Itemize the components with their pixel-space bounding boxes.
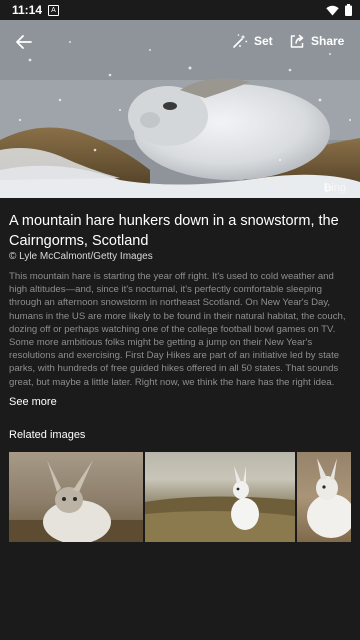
share-label: Share bbox=[311, 34, 345, 48]
see-more-link[interactable]: See more bbox=[9, 396, 57, 408]
related-image-thumbnail[interactable] bbox=[145, 452, 295, 542]
related-images-heading: Related images bbox=[9, 429, 86, 441]
related-image-thumbnail[interactable] bbox=[9, 452, 143, 542]
status-time: 11:14 bbox=[12, 3, 43, 17]
hare-thumbnail-illustration bbox=[145, 466, 295, 542]
set-label: Set bbox=[254, 34, 273, 48]
image-description: This mountain hare is starting the year … bbox=[9, 271, 346, 388]
bing-watermark: Bing bbox=[324, 182, 346, 194]
status-bar: 11:14 A bbox=[0, 0, 360, 20]
magic-wand-icon bbox=[233, 34, 248, 48]
app-notification-icon: A bbox=[48, 5, 59, 16]
wifi-icon bbox=[326, 5, 339, 15]
set-wallpaper-button[interactable]: Set bbox=[232, 30, 273, 52]
share-icon bbox=[290, 34, 304, 48]
status-icons bbox=[326, 4, 352, 16]
hare-thumbnail-illustration bbox=[9, 460, 143, 542]
back-arrow-icon bbox=[16, 35, 32, 49]
share-button[interactable]: Share bbox=[289, 30, 344, 52]
image-credit: © Lyle McCalmont/Getty Images bbox=[9, 251, 153, 262]
hare-thumbnail-illustration bbox=[307, 458, 351, 538]
battery-icon bbox=[345, 4, 352, 16]
hero-toolbar: Set Share bbox=[0, 20, 360, 62]
related-image-thumbnail[interactable] bbox=[297, 452, 351, 542]
image-title: A mountain hare hunkers down in a snowst… bbox=[9, 213, 339, 249]
back-button[interactable] bbox=[12, 30, 36, 54]
bing-logo-icon bbox=[324, 182, 332, 193]
